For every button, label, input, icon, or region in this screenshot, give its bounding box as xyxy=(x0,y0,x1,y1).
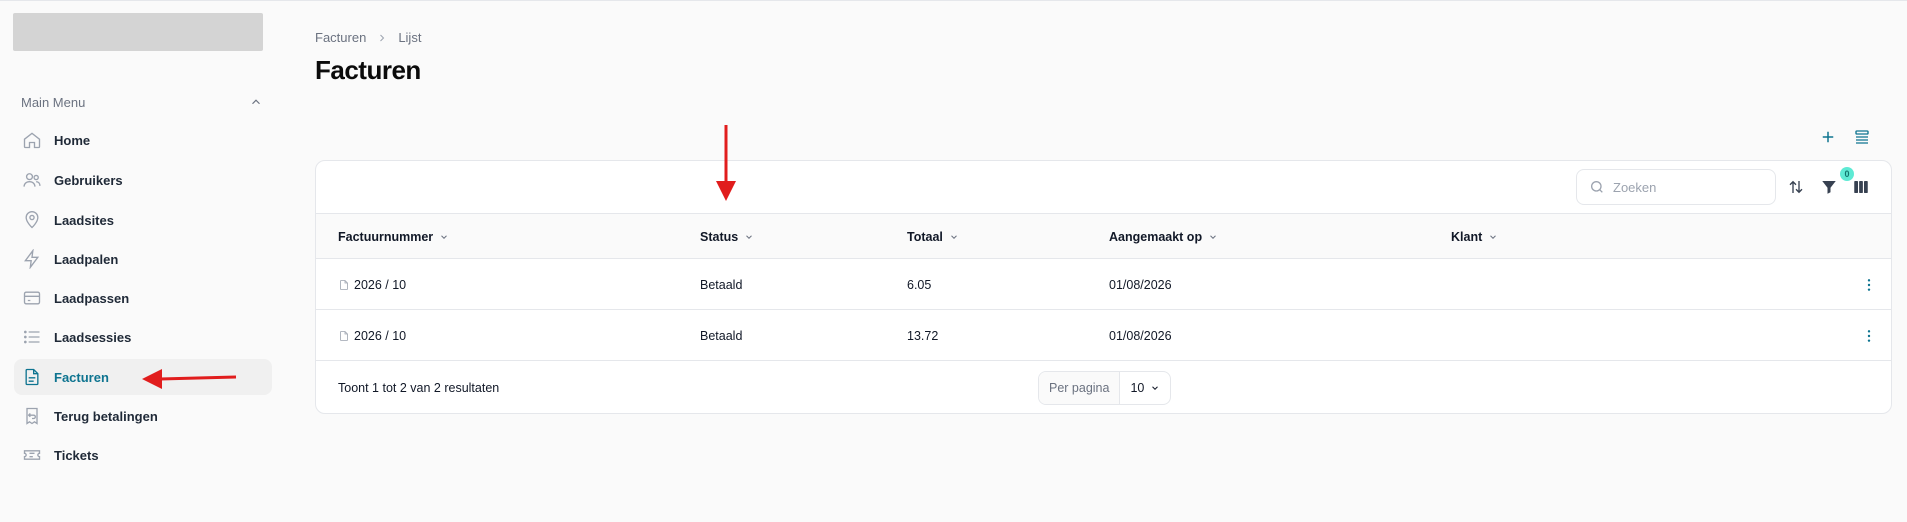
per-page-select[interactable]: 10 xyxy=(1120,372,1170,404)
column-header-aangemaakt-op[interactable]: Aangemaakt op xyxy=(1109,214,1218,259)
invoice-number: 2026 / 10 xyxy=(354,328,407,343)
invoice-number-cell: 2026 / 10 xyxy=(338,310,406,361)
column-header-factuurnummer[interactable]: Factuurnummer xyxy=(338,214,449,259)
chevron-down-icon xyxy=(744,232,754,242)
sidebar-item-gebruikers[interactable]: Gebruikers xyxy=(14,162,272,198)
sidebar-item-laadpassen[interactable]: Laadpassen xyxy=(14,280,272,316)
chevron-down-icon xyxy=(949,232,959,242)
search-box[interactable] xyxy=(1576,169,1776,205)
sort-icon[interactable] xyxy=(1786,177,1806,197)
total-cell: 13.72 xyxy=(907,328,939,343)
sidebar-item-label: Terug betalingen xyxy=(54,408,158,424)
file-icon xyxy=(338,278,350,292)
invoice-number: 2026 / 10 xyxy=(354,277,407,292)
add-icon[interactable] xyxy=(1818,127,1838,147)
sidebar-item-laadsessies[interactable]: Laadsessies xyxy=(14,319,272,355)
more-vertical-icon[interactable] xyxy=(1859,275,1879,295)
ticket-icon xyxy=(22,445,42,465)
sidebar-item-home[interactable]: Home xyxy=(14,122,272,158)
breadcrumb: Facturen Lijst xyxy=(315,30,421,45)
created-cell: 01/08/2026 xyxy=(1109,328,1172,343)
table-toolbar: 0 xyxy=(316,161,1891,214)
refund-icon xyxy=(22,406,42,426)
column-header-totaal[interactable]: Totaal xyxy=(907,214,959,259)
bolt-icon xyxy=(22,249,42,269)
more-vertical-icon[interactable] xyxy=(1859,326,1879,346)
sidebar-item-label: Facturen xyxy=(54,369,109,385)
total-cell: 6.05 xyxy=(907,277,932,292)
column-header-klant[interactable]: Klant xyxy=(1451,214,1498,259)
credit-card-icon xyxy=(22,288,42,308)
breadcrumb-current: Lijst xyxy=(398,30,422,45)
status-cell: Betaald xyxy=(700,277,743,292)
sidebar-item-label: Tickets xyxy=(54,447,99,463)
column-label: Factuurnummer xyxy=(338,229,434,244)
column-label: Aangemaakt op xyxy=(1109,229,1203,244)
invoice-number-cell: 2026 / 10 xyxy=(338,259,406,310)
sidebar-item-terug-betalingen[interactable]: Terug betalingen xyxy=(14,398,272,434)
logo-placeholder xyxy=(13,13,263,51)
map-pin-icon xyxy=(22,210,42,230)
search-input[interactable] xyxy=(1613,179,1763,195)
home-icon xyxy=(22,130,42,150)
results-summary: Toont 1 tot 2 van 2 resultaten xyxy=(338,381,500,395)
filter-icon[interactable] xyxy=(1819,177,1839,197)
page-actions xyxy=(1818,127,1872,147)
column-label: Totaal xyxy=(907,229,943,244)
chevron-down-icon xyxy=(439,232,449,242)
search-icon xyxy=(1589,179,1605,195)
sidebar-item-laadpalen[interactable]: Laadpalen xyxy=(14,241,272,277)
breadcrumb-parent[interactable]: Facturen xyxy=(315,30,366,45)
chevron-down-icon xyxy=(1488,232,1498,242)
sidebar-item-label: Laadpassen xyxy=(54,290,130,306)
list-icon xyxy=(22,327,42,347)
sidebar-item-facturen[interactable]: Facturen xyxy=(14,359,272,395)
sidebar-item-label: Laadsessies xyxy=(54,329,132,345)
status-cell: Betaald xyxy=(700,328,743,343)
per-page-label: Per pagina xyxy=(1039,372,1121,404)
document-icon xyxy=(22,367,42,387)
page-title: Facturen xyxy=(315,55,421,85)
created-cell: 01/08/2026 xyxy=(1109,277,1172,292)
sidebar-item-label: Laadpalen xyxy=(54,251,119,267)
table-row[interactable]: 2026 / 10 Betaald 6.05 01/08/2026 xyxy=(316,259,1891,310)
sidebar-item-label: Gebruikers xyxy=(54,172,123,188)
invoice-table-card: 0 Factuurnummer Status Totaal Aangemaakt… xyxy=(315,160,1892,414)
users-icon xyxy=(22,170,42,190)
column-label: Klant xyxy=(1451,229,1483,244)
per-page-control: Per pagina 10 xyxy=(1038,371,1172,405)
main-menu-title: Main Menu xyxy=(21,94,86,110)
sidebar-item-tickets[interactable]: Tickets xyxy=(14,437,272,473)
chevron-down-icon xyxy=(1150,383,1160,393)
sidebar-item-label: Home xyxy=(54,132,91,148)
table-header: Factuurnummer Status Totaal Aangemaakt o… xyxy=(316,214,1891,259)
sidebar-item-laadsites[interactable]: Laadsites xyxy=(14,202,272,238)
sidebar-item-label: Laadsites xyxy=(54,212,114,228)
columns-icon[interactable] xyxy=(1851,177,1871,197)
per-page-value: 10 xyxy=(1130,381,1145,395)
chevron-up-icon[interactable] xyxy=(249,95,263,109)
column-label: Status xyxy=(700,229,739,244)
main-menu-header[interactable]: Main Menu xyxy=(21,91,263,113)
column-header-status[interactable]: Status xyxy=(700,214,754,259)
table-footer: Toont 1 tot 2 van 2 resultaten Per pagin… xyxy=(316,361,1891,413)
stack-icon[interactable] xyxy=(1852,127,1872,147)
file-icon xyxy=(338,329,350,343)
chevron-right-icon xyxy=(376,32,388,44)
chevron-down-icon xyxy=(1208,232,1218,242)
table-row[interactable]: 2026 / 10 Betaald 13.72 01/08/2026 xyxy=(316,310,1891,361)
sidebar: Main Menu Home Gebruikers Laadsites Laad… xyxy=(0,1,278,522)
